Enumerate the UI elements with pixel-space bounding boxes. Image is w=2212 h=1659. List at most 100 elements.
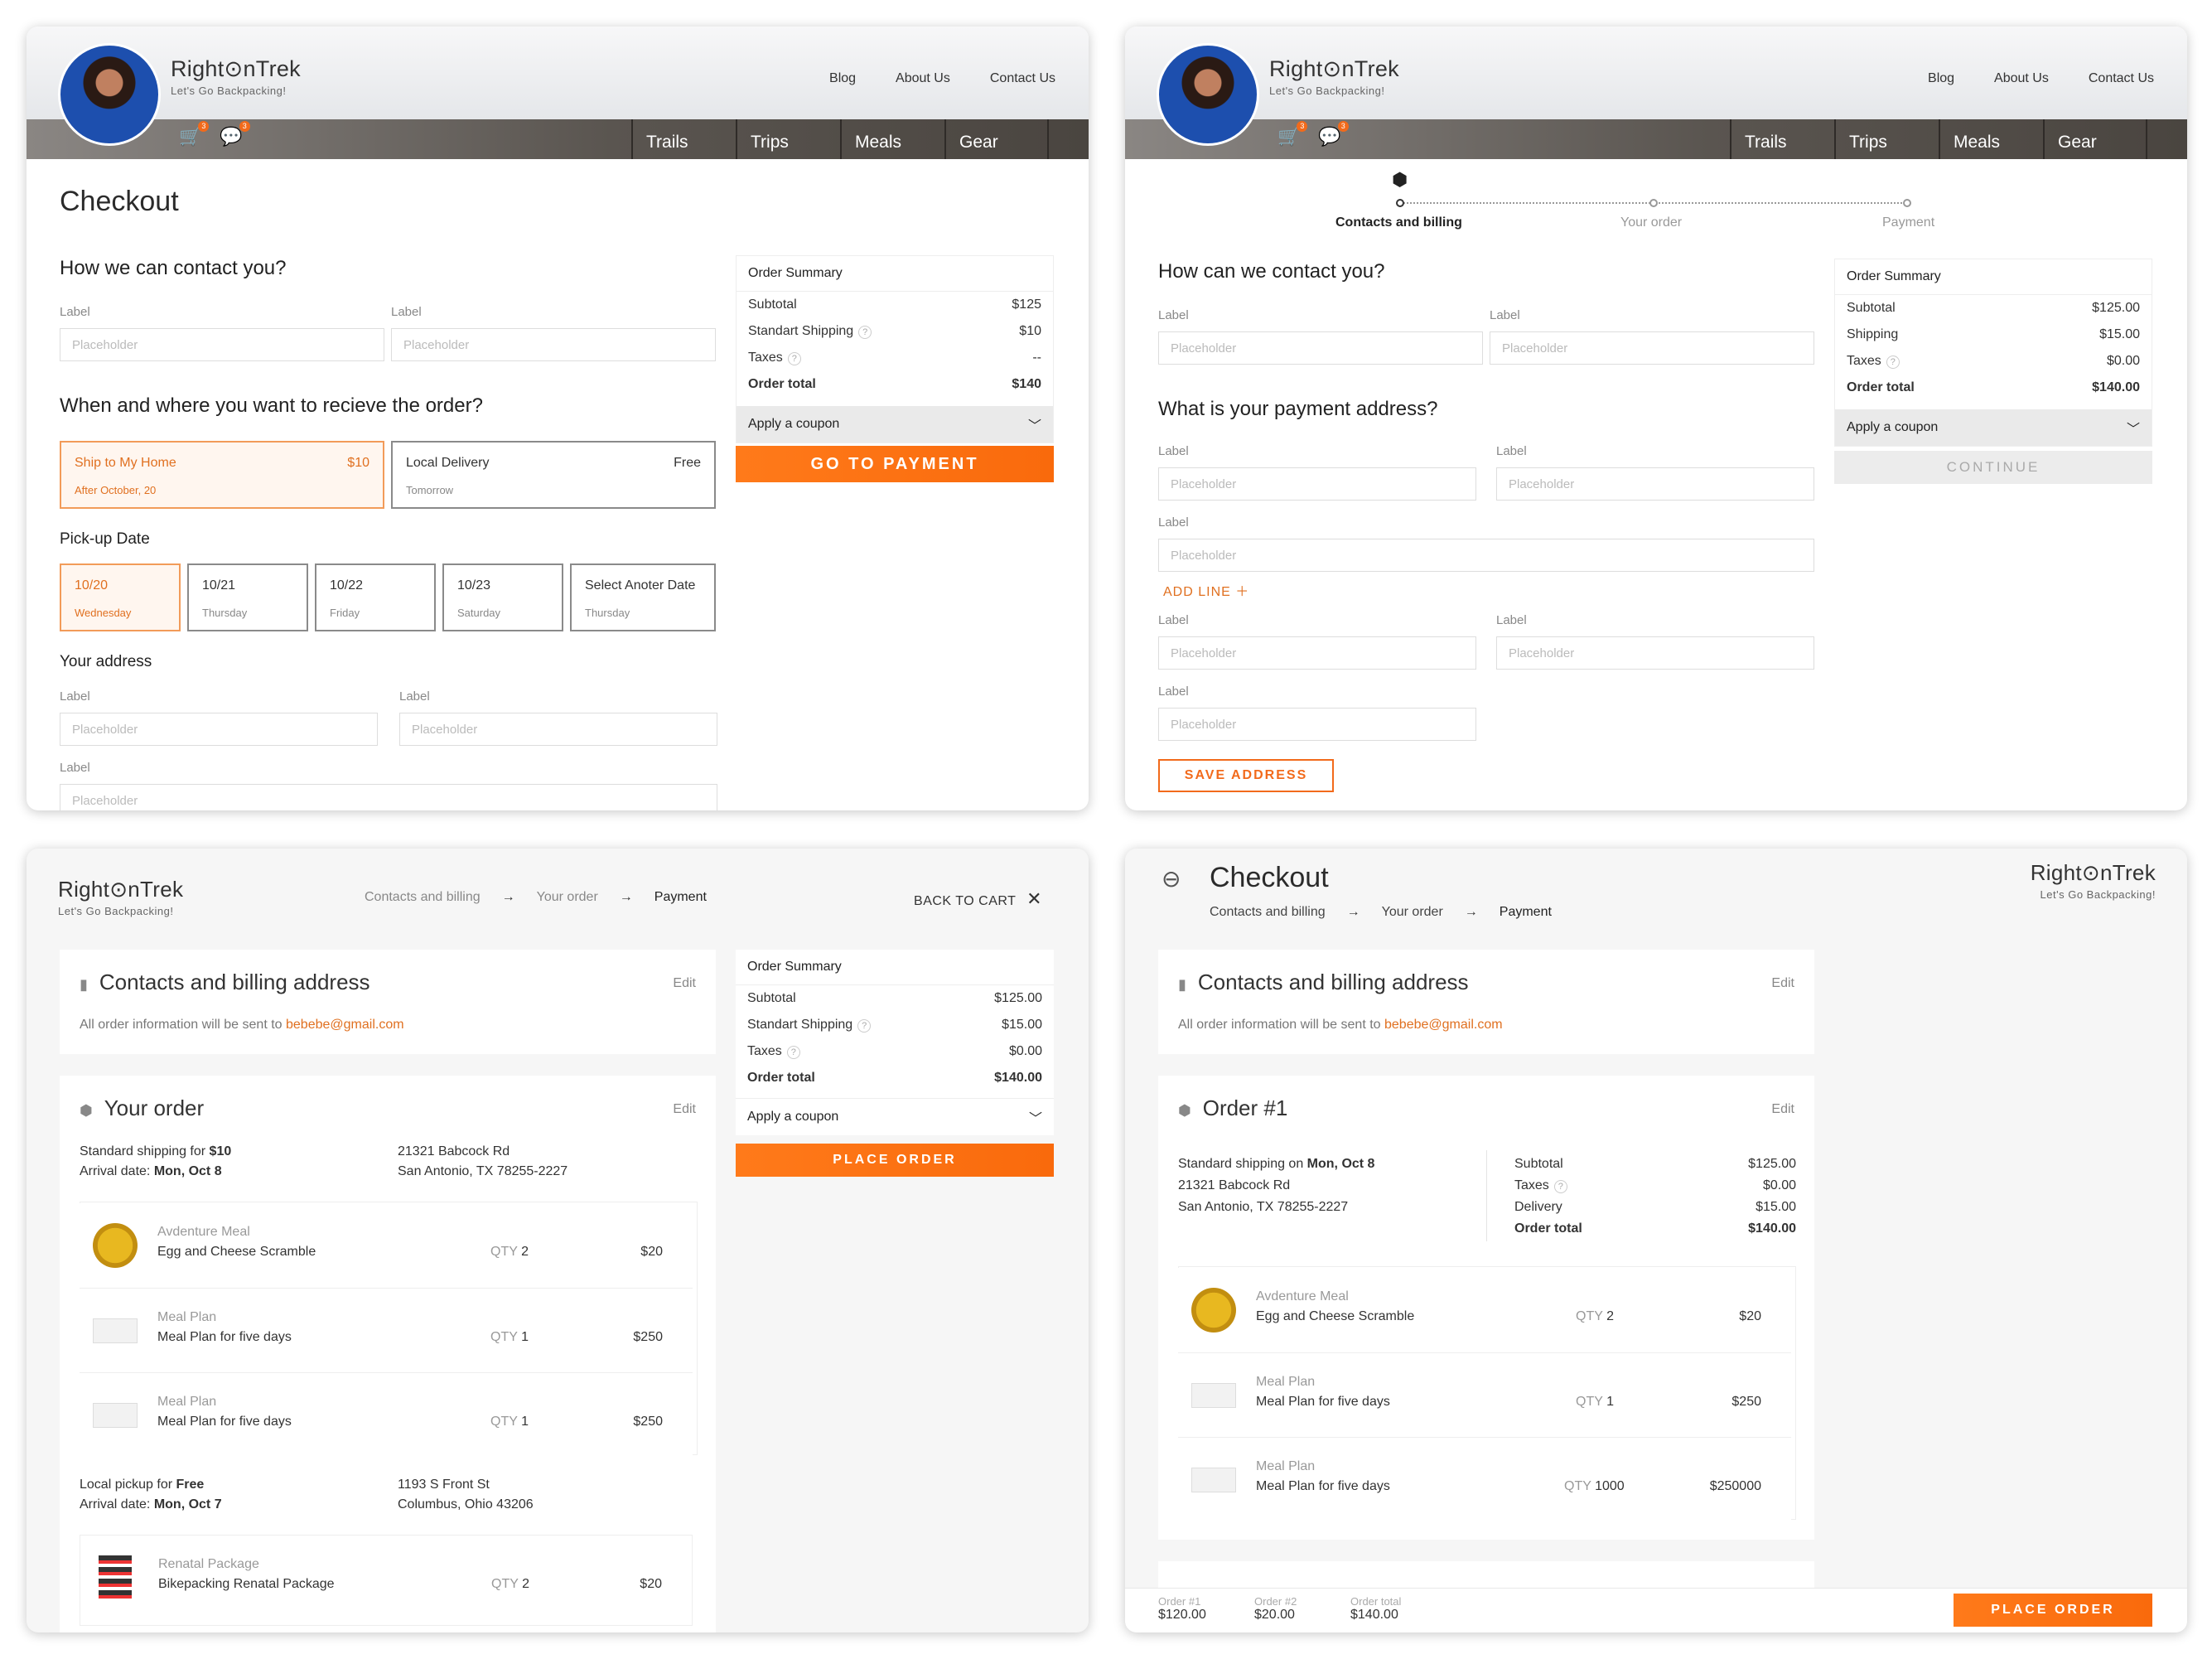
meal-image — [93, 1223, 138, 1268]
order-item[interactable]: Avdenture Meal Egg and Cheese Scramble QT… — [1178, 1268, 1791, 1352]
brand-logo[interactable]: Right⊙nTrek Let's Go Backpacking! — [1269, 56, 1399, 97]
contact-input-2[interactable]: Placeholder — [391, 328, 716, 361]
step-contacts[interactable]: Contacts and billing — [1210, 905, 1326, 919]
chat-icon[interactable]: 💬 3 — [220, 121, 250, 148]
back-circle-icon[interactable]: ⊖ — [1162, 865, 1181, 892]
address-input-2[interactable]: Placeholder — [399, 713, 717, 746]
delivery-heading: When and where you want to recieve the o… — [60, 394, 483, 417]
step-order[interactable]: Your order — [1382, 905, 1443, 919]
edit-order-button[interactable]: Edit — [1771, 1102, 1794, 1117]
select-other-date[interactable]: Select Anoter Date Thursday — [570, 563, 716, 631]
about-link[interactable]: About Us — [896, 71, 950, 86]
help-icon[interactable]: ? — [1553, 1180, 1567, 1193]
field-label: Label — [1158, 684, 1189, 699]
save-address-button[interactable]: SAVE ADDRESS — [1158, 759, 1334, 792]
continue-button[interactable]: CONTINUE — [1834, 451, 2152, 484]
help-icon[interactable]: ? — [787, 352, 801, 365]
back-to-cart-button[interactable]: BACK TO CART ✕ — [914, 888, 1042, 910]
edit-order-button[interactable]: Edit — [673, 1102, 696, 1117]
step-contacts[interactable]: Contacts and billing — [365, 890, 481, 904]
coupon-toggle[interactable]: Apply a coupon ﹀ — [737, 406, 1053, 443]
contact-input-1[interactable]: Placeholder — [1158, 331, 1483, 365]
payment-input-2[interactable]: Placeholder — [1496, 467, 1814, 501]
field-label: Label — [1496, 613, 1527, 627]
help-icon[interactable]: ? — [786, 1046, 800, 1059]
field-label: Label — [1158, 515, 1189, 530]
nav-trails[interactable]: Trails — [631, 119, 736, 159]
nav-trips[interactable]: Trips — [1834, 119, 1939, 159]
go-to-payment-button[interactable]: GO TO PAYMENT — [736, 446, 1054, 482]
payment-input-3[interactable]: Placeholder — [1158, 539, 1814, 572]
nav-icons: 🛒 3 💬 3 — [179, 121, 250, 148]
local-delivery-option[interactable]: Local Delivery Free Tomorrow — [391, 441, 716, 509]
blog-link[interactable]: Blog — [829, 71, 856, 86]
plus-icon: ＋ — [1235, 585, 1250, 599]
chat-icon[interactable]: 💬 3 — [1318, 121, 1349, 148]
brand-logo[interactable]: Right⊙nTrek Let's Go Backpacking! — [2031, 860, 2156, 901]
nav-trails[interactable]: Trails — [1730, 119, 1834, 159]
order-item[interactable]: Meal Plan Meal Plan for five days QTY 1 $… — [80, 1288, 693, 1372]
order-totals: Subtotal $125.00 Taxes? $0.00 Delivery $15.… — [1514, 1154, 1796, 1240]
payment-input-5[interactable]: Placeholder — [1496, 636, 1814, 670]
order-item[interactable]: Meal Plan Meal Plan for five days QTY 1 $… — [1178, 1352, 1791, 1437]
order-item[interactable]: Renatal Package Bikepacking Renatal Packa… — [80, 1535, 693, 1626]
arrow-right-icon: → — [1346, 905, 1360, 919]
step-contacts[interactable]: Contacts and billing — [1335, 215, 1462, 230]
cart-icon[interactable]: 🛒 3 — [1277, 121, 1308, 148]
meal-plan-image — [1191, 1468, 1236, 1492]
contact-input-2[interactable]: Placeholder — [1490, 331, 1814, 365]
email-link[interactable]: bebebe@gmail.com — [286, 1018, 404, 1032]
blog-link[interactable]: Blog — [1928, 71, 1954, 86]
edit-contacts-button[interactable]: Edit — [673, 976, 696, 991]
date-option[interactable]: 10/22 Friday — [315, 563, 436, 631]
contact-link[interactable]: Contact Us — [990, 71, 1055, 86]
order-item[interactable]: Avdenture Meal Egg and Cheese Scramble QT… — [80, 1203, 693, 1288]
breadcrumb: Contacts and billing → Your order → Payment — [1210, 905, 1552, 920]
coupon-toggle[interactable]: Apply a coupon ﹀ — [736, 1098, 1054, 1135]
payment-input-4[interactable]: Placeholder — [1158, 636, 1476, 670]
step-order[interactable]: Your order — [537, 890, 598, 904]
footer-order-1: Order #1 $120.00 — [1158, 1595, 1206, 1622]
summary-row: Shipping $15.00 — [1847, 327, 2140, 341]
place-order-button[interactable]: PLACE ORDER — [736, 1144, 1054, 1177]
add-line-button[interactable]: ADD LINE ＋ — [1163, 580, 1249, 600]
payment-input-1[interactable]: Placeholder — [1158, 467, 1476, 501]
date-option[interactable]: 10/20 Wednesday — [60, 563, 181, 631]
arrow-right-icon: → — [501, 890, 515, 904]
contact-input-1[interactable]: Placeholder — [60, 328, 384, 361]
order-item[interactable]: Meal Plan Meal Plan for five days QTY 1 $… — [80, 1372, 693, 1457]
nav-meals[interactable]: Meals — [840, 119, 944, 159]
meal-plan-image — [93, 1403, 138, 1428]
date-option[interactable]: 10/23 Saturday — [442, 563, 563, 631]
edit-contacts-button[interactable]: Edit — [1771, 976, 1794, 991]
payment-input-6[interactable]: Placeholder — [1158, 708, 1476, 741]
contact-link[interactable]: Contact Us — [2089, 71, 2154, 86]
nav-meals[interactable]: Meals — [1939, 119, 2043, 159]
step-payment[interactable]: Payment — [654, 890, 707, 904]
weekday-label: Saturday — [457, 607, 501, 619]
about-link[interactable]: About Us — [1994, 71, 2049, 86]
help-icon[interactable]: ? — [1886, 356, 1900, 369]
page-title: Checkout — [1210, 862, 1329, 893]
help-icon[interactable]: ? — [858, 326, 872, 339]
step-order[interactable]: Your order — [1620, 215, 1682, 230]
chevron-down-icon: ﹀ — [1027, 419, 1041, 433]
order-item[interactable]: Meal Plan Meal Plan for five days QTY 100… — [1178, 1437, 1791, 1521]
step-payment[interactable]: Payment — [1500, 905, 1552, 919]
brand-logo[interactable]: Right⊙nTrek Let's Go Backpacking! — [58, 877, 183, 917]
address-input-3[interactable]: Placeholder — [60, 784, 717, 810]
bike-package-image — [99, 1555, 132, 1600]
nav-gear[interactable]: Gear — [2043, 119, 2147, 159]
nav-gear[interactable]: Gear — [944, 119, 1049, 159]
nav-trips[interactable]: Trips — [736, 119, 840, 159]
email-link[interactable]: bebebe@gmail.com — [1384, 1018, 1503, 1032]
brand-logo[interactable]: Right⊙nTrek Let's Go Backpacking! — [171, 56, 301, 97]
help-icon[interactable]: ? — [857, 1019, 872, 1033]
ship-home-option[interactable]: Ship to My Home $10 After October, 20 — [60, 441, 384, 509]
date-option[interactable]: 10/21 Thursday — [187, 563, 308, 631]
place-order-button[interactable]: PLACE ORDER — [1954, 1594, 2152, 1627]
cart-icon[interactable]: 🛒 3 — [179, 121, 210, 148]
coupon-toggle[interactable]: Apply a coupon ﹀ — [1835, 409, 2152, 446]
step-payment[interactable]: Payment — [1882, 215, 1934, 230]
address-input-1[interactable]: Placeholder — [60, 713, 378, 746]
